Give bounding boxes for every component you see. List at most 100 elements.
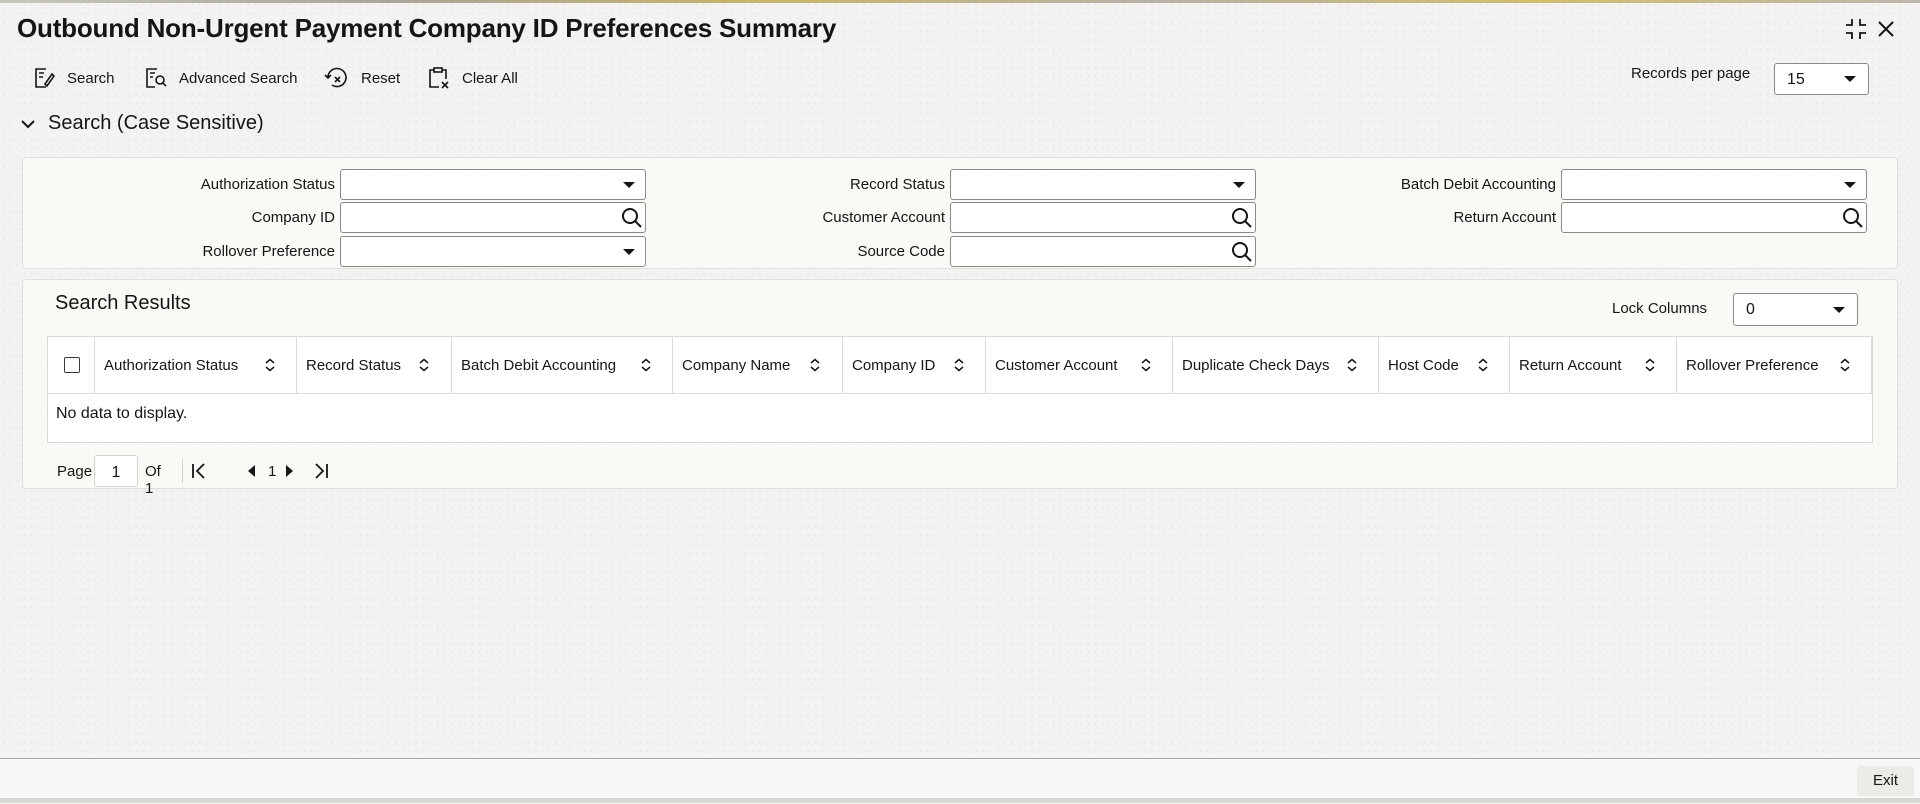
authorization-status-select[interactable] [340, 169, 646, 200]
column-header[interactable]: Authorization Status [95, 337, 297, 393]
sort-icon [265, 358, 275, 372]
company-id-label: Company ID [251, 209, 335, 226]
column-header-label: Host Code [1388, 356, 1459, 374]
return-account-input[interactable] [1561, 202, 1867, 233]
column-header-label: Rollover Preference [1686, 356, 1819, 374]
close-icon [1878, 21, 1894, 37]
reset-button[interactable]: Reset [324, 64, 400, 92]
sort-icon [954, 358, 964, 372]
select-all-cell [48, 337, 95, 393]
reset-icon [324, 67, 347, 88]
column-header[interactable]: Rollover Preference [1677, 337, 1872, 393]
lock-columns-value: 0 [1746, 301, 1755, 318]
page-title: Outbound Non-Urgent Payment Company ID P… [17, 13, 837, 43]
record-status-select[interactable] [950, 169, 1256, 200]
previous-page-icon[interactable] [245, 462, 257, 480]
sort-icon [641, 358, 651, 372]
advanced-search-label: Advanced Search [179, 69, 298, 87]
results-table: Authorization Status Record Status Batch… [47, 336, 1873, 443]
column-header[interactable]: Company ID [843, 337, 986, 393]
source-code-label: Source Code [857, 243, 945, 260]
clear-all-button[interactable]: Clear All [427, 64, 518, 92]
column-header[interactable]: Batch Debit Accounting [452, 337, 673, 393]
bottom-strip [0, 798, 1920, 803]
search-icon[interactable] [1230, 206, 1254, 230]
close-window-button[interactable] [1874, 17, 1898, 41]
advanced-search-icon [146, 68, 167, 88]
rollover-preference-select[interactable] [340, 236, 646, 267]
chevron-down-icon [623, 182, 635, 188]
column-header-label: Company Name [682, 356, 791, 374]
column-header-label: Duplicate Check Days [1182, 356, 1330, 374]
search-criteria-panel: Authorization Status Record Status Batch… [22, 157, 1898, 269]
column-header-label: Company ID [852, 356, 936, 374]
records-per-page-label: Records per page [1631, 65, 1751, 82]
chevron-down-icon [1833, 306, 1845, 313]
sort-icon [1141, 358, 1151, 372]
clipboard-clear-icon [429, 67, 449, 89]
search-section-title: Search (Case Sensitive) [48, 112, 264, 134]
sort-icon [1645, 358, 1655, 372]
sort-icon [1840, 358, 1850, 372]
search-button-label: Search [67, 69, 115, 87]
column-header[interactable]: Duplicate Check Days [1173, 337, 1379, 393]
column-header-label: Authorization Status [104, 356, 239, 374]
pagination-divider [182, 459, 183, 483]
column-header-label: Record Status [306, 356, 402, 374]
last-page-icon[interactable] [312, 462, 330, 480]
column-header[interactable]: Company Name [673, 337, 843, 393]
record-status-label: Record Status [849, 176, 945, 193]
sort-icon [419, 358, 429, 372]
search-button[interactable]: Search [32, 64, 115, 92]
customer-account-input[interactable] [950, 202, 1256, 233]
authorization-status-label: Authorization Status [200, 176, 335, 193]
chevron-down-icon [21, 119, 35, 128]
records-per-page-value: 15 [1787, 71, 1805, 88]
lock-columns-label: Lock Columns [1612, 300, 1708, 317]
select-all-checkbox[interactable] [64, 357, 80, 373]
records-per-page-select[interactable]: 15 [1774, 63, 1869, 95]
column-header-label: Batch Debit Accounting [461, 356, 617, 374]
search-results-title: Search Results [55, 292, 191, 314]
sort-icon [1347, 358, 1357, 372]
chevron-down-icon [1844, 76, 1856, 82]
next-page-icon[interactable] [284, 462, 296, 480]
company-id-input[interactable] [340, 202, 646, 233]
empty-table-message: No data to display. [56, 405, 188, 422]
return-account-label: Return Account [1453, 209, 1556, 226]
column-header-label: Customer Account [995, 356, 1118, 374]
column-header[interactable]: Customer Account [986, 337, 1173, 393]
customer-account-label: Customer Account [822, 209, 945, 226]
search-icon[interactable] [620, 206, 644, 230]
sort-icon [810, 358, 820, 372]
search-icon[interactable] [1841, 206, 1865, 230]
table-header-row: Authorization Status Record Status Batch… [48, 337, 1872, 394]
search-results-panel: Search Results Lock Columns 0 Authorizat… [22, 279, 1898, 497]
minimize-window-button[interactable] [1844, 17, 1868, 41]
advanced-search-button[interactable]: Advanced Search [144, 64, 297, 92]
search-section-toggle[interactable]: Search (Case Sensitive) [20, 112, 264, 135]
page-number-input[interactable]: 1 [94, 455, 138, 487]
page-total-label: Of 1 [145, 463, 161, 497]
batch-debit-accounting-label: Batch Debit Accounting [1400, 176, 1556, 193]
lock-columns-select[interactable]: 0 [1733, 293, 1858, 326]
search-icon[interactable] [1230, 240, 1254, 264]
title-bar: Outbound Non-Urgent Payment Company ID P… [0, 3, 1920, 55]
chevron-down-icon [1233, 182, 1245, 188]
source-code-input[interactable] [950, 236, 1256, 267]
exit-button[interactable]: Exit [1857, 766, 1914, 796]
rollover-preference-label: Rollover Preference [202, 243, 335, 260]
search-form-icon [35, 68, 56, 88]
first-page-icon[interactable] [190, 462, 208, 480]
collapse-icon [1846, 19, 1866, 39]
clear-all-label: Clear All [462, 69, 518, 87]
column-header-label: Return Account [1519, 356, 1622, 374]
column-header[interactable]: Record Status [297, 337, 452, 393]
column-header[interactable]: Host Code [1379, 337, 1510, 393]
batch-debit-accounting-select[interactable] [1561, 169, 1867, 200]
sort-icon [1478, 358, 1488, 372]
reset-label: Reset [361, 69, 401, 87]
page-label: Page [57, 463, 93, 480]
column-header[interactable]: Return Account [1510, 337, 1677, 393]
current-page-number: 1 [268, 463, 277, 480]
